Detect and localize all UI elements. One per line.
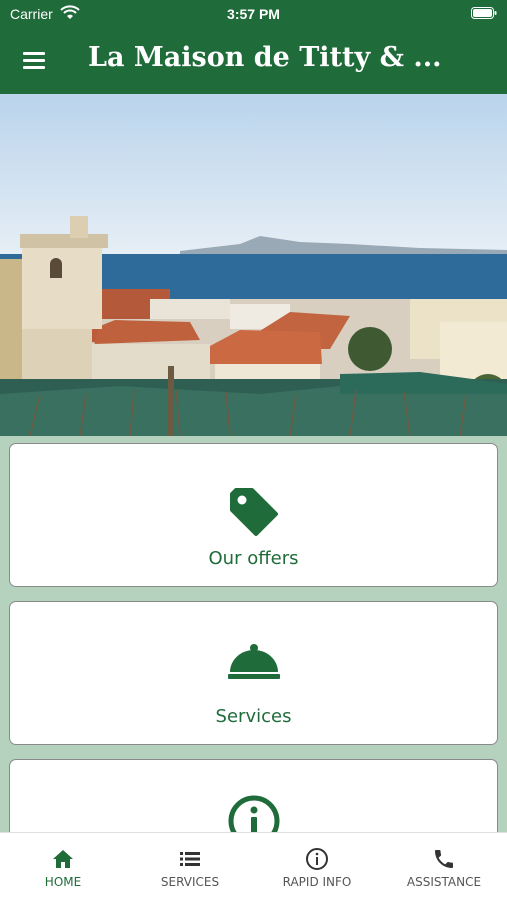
services-label: Services <box>215 706 292 727</box>
hamburger-menu-icon[interactable] <box>22 48 48 72</box>
info-circle-icon <box>228 795 279 832</box>
tag-icon <box>229 488 278 536</box>
offers-card[interactable]: Our offers <box>9 443 498 587</box>
app-title: La Maison de Titty & ... <box>88 42 442 73</box>
tab-services-label: SERVICES <box>160 875 220 889</box>
battery-icon <box>471 7 497 19</box>
offers-label: Our offers <box>208 548 299 569</box>
tab-rapid-info[interactable]: RAPID INFO <box>254 833 380 901</box>
info-icon <box>306 848 328 870</box>
home-icon <box>53 850 73 868</box>
info-card[interactable] <box>9 759 498 832</box>
list-icon <box>180 852 200 866</box>
tab-home[interactable]: HOME <box>0 833 126 901</box>
tab-services[interactable]: SERVICES <box>127 833 253 901</box>
tab-assistance[interactable]: ASSISTANCE <box>381 833 507 901</box>
tab-rapid-info-label: RAPID INFO <box>282 875 352 889</box>
status-time: 3:57 PM <box>227 6 280 22</box>
phone-icon <box>435 850 453 868</box>
hero-image <box>0 94 507 436</box>
tab-assistance-label: ASSISTANCE <box>406 875 482 889</box>
app-bar: La Maison de Titty & ... <box>0 28 507 94</box>
tab-home-label: HOME <box>44 875 82 889</box>
service-bell-icon <box>227 644 280 679</box>
bottom-tab-bar: HOME SERVICES RAPID INFO ASSISTANCE <box>0 832 507 901</box>
status-bar: Carrier 3:57 PM <box>0 0 507 28</box>
sea-landscape-image <box>0 94 507 436</box>
services-card[interactable]: Services <box>9 601 498 745</box>
menu-cards-area: Our offers Services <box>0 436 507 832</box>
